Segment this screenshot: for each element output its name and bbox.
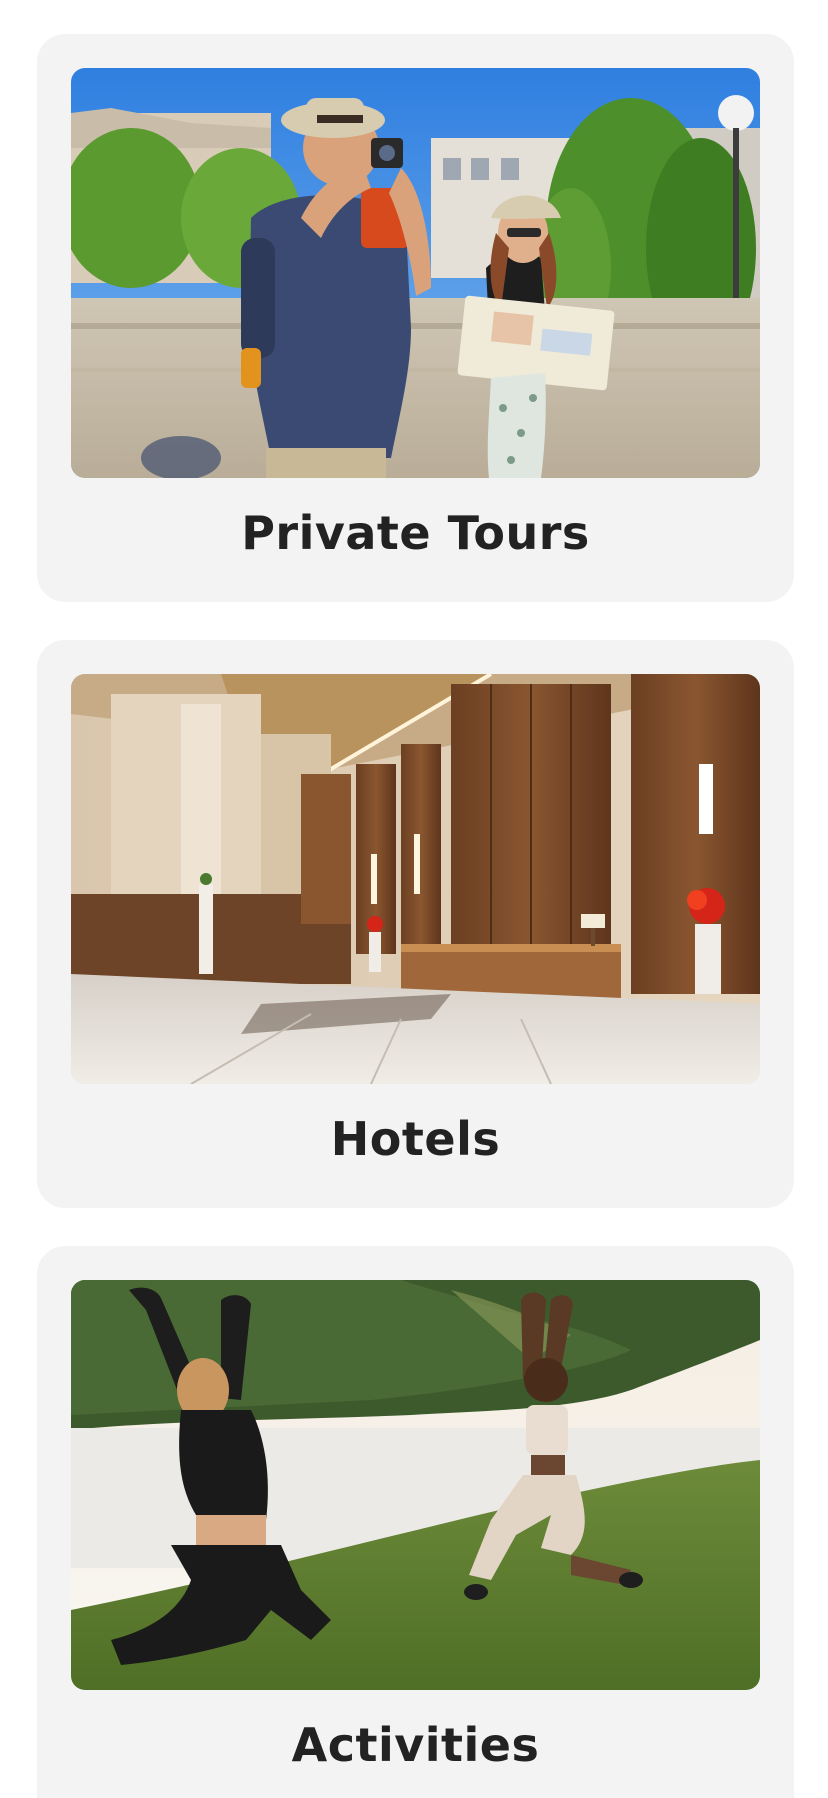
category-card-activities[interactable]: Activities — [37, 1246, 794, 1798]
category-card-hotels[interactable]: Hotels — [37, 640, 794, 1208]
hotel-lobby-graphic — [71, 674, 760, 1084]
yoga-photo-graphic — [71, 1280, 760, 1690]
outdoor-yoga-by-lake-photo — [71, 1280, 760, 1690]
category-label: Activities — [291, 1718, 540, 1772]
category-list: Private Tours Hotels Activities — [0, 0, 828, 1798]
category-label: Hotels — [330, 1112, 501, 1166]
category-label: Private Tours — [241, 506, 590, 560]
hotel-lobby-photo — [71, 674, 760, 1084]
tourists-photo-graphic — [71, 68, 760, 478]
tourists-with-camera-and-map-photo — [71, 68, 760, 478]
category-card-private-tours[interactable]: Private Tours — [37, 34, 794, 602]
